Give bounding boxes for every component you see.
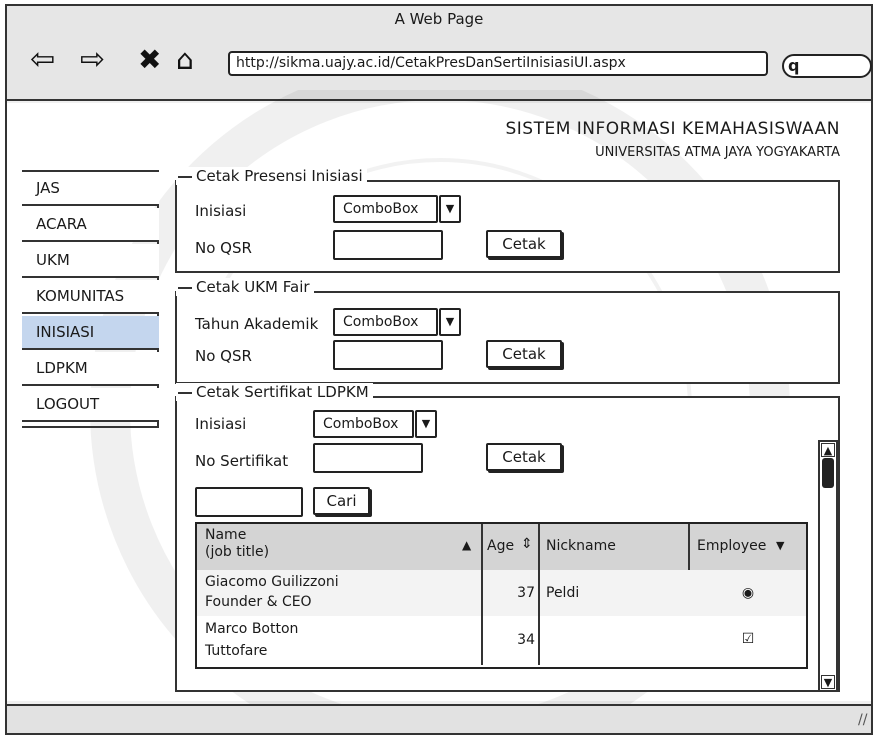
window-title: A Web Page bbox=[394, 10, 484, 28]
cell-job-title: Founder & CEO bbox=[205, 594, 312, 610]
column-label-employee: Employee bbox=[697, 538, 767, 554]
scrollbar-thumb[interactable] bbox=[822, 458, 834, 488]
cell-age: 37 bbox=[517, 585, 535, 601]
cell-name: Giacomo Guilizzoni bbox=[205, 574, 339, 590]
sertifikat-no-label: No Sertifikat bbox=[195, 452, 289, 470]
status-bar bbox=[7, 704, 871, 733]
sort-asc-icon[interactable]: ▲ bbox=[462, 538, 471, 552]
presensi-cetak-button[interactable]: Cetak bbox=[486, 230, 562, 258]
sertifikat-inisiasi-label: Inisiasi bbox=[195, 415, 247, 433]
sidebar-item-jas[interactable]: JAS bbox=[22, 172, 159, 206]
presensi-inisiasi-label: Inisiasi bbox=[195, 202, 247, 220]
sidebar-item-ldpkm[interactable]: LDPKM bbox=[22, 352, 159, 386]
ukm-group bbox=[175, 291, 840, 384]
column-divider bbox=[688, 524, 690, 570]
column-divider bbox=[538, 524, 540, 665]
search-icon[interactable]: q bbox=[788, 56, 799, 75]
address-bar[interactable]: http://sikma.uajy.ac.id/CetakPresDanSert… bbox=[228, 51, 768, 76]
sidebar-item-inisiasi[interactable]: INISIASI bbox=[22, 316, 159, 350]
sort-desc-icon[interactable]: ▼ bbox=[776, 539, 784, 552]
sidebar-item-acara[interactable]: ACARA bbox=[22, 208, 159, 242]
ukm-qsr-input[interactable] bbox=[333, 340, 443, 370]
column-divider bbox=[481, 524, 483, 665]
column-header-name[interactable]: Name (job title) ▲ bbox=[197, 524, 481, 570]
close-icon[interactable]: ✖ bbox=[138, 45, 161, 75]
sort-toggle-icon[interactable]: ⇕ bbox=[521, 536, 533, 552]
sidebar-item-ukm[interactable]: UKM bbox=[22, 244, 159, 278]
sertifikat-search-input[interactable] bbox=[195, 487, 303, 517]
sertifikat-no-input[interactable] bbox=[313, 443, 423, 473]
forward-arrow-icon[interactable]: ⇨ bbox=[80, 45, 105, 75]
cell-nickname: Peldi bbox=[546, 585, 580, 601]
system-title: SISTEM INFORMASI KEMAHASISWAAN bbox=[505, 119, 840, 139]
column-header-age[interactable]: Age ⇕ bbox=[483, 524, 538, 570]
sidebar-item-logout[interactable]: LOGOUT bbox=[22, 388, 159, 422]
presensi-inisiasi-combo[interactable]: ComboBox bbox=[333, 195, 438, 223]
home-icon[interactable]: ⌂ bbox=[176, 45, 194, 75]
column-label-age: Age bbox=[487, 538, 515, 554]
ukm-qsr-label: No QSR bbox=[195, 347, 252, 365]
presensi-group bbox=[175, 180, 840, 273]
back-arrow-icon[interactable]: ⇦ bbox=[30, 45, 55, 75]
cell-name: Marco Botton bbox=[205, 621, 299, 637]
chevron-down-icon[interactable]: ▼ bbox=[439, 195, 461, 223]
sertifikat-cetak-button[interactable]: Cetak bbox=[486, 443, 562, 471]
ukm-tahun-label: Tahun Akademik bbox=[195, 315, 319, 333]
employee-radio[interactable]: ◉ bbox=[690, 583, 806, 603]
presensi-qsr-input[interactable] bbox=[333, 230, 443, 260]
chevron-down-icon[interactable]: ▼ bbox=[439, 308, 461, 336]
university-subtitle: UNIVERSITAS ATMA JAYA YOGYAKARTA bbox=[595, 145, 840, 160]
sertifikat-legend: Cetak Sertifikat LDPKM bbox=[176, 383, 373, 401]
column-label-name: Name (job title) bbox=[205, 527, 270, 560]
chevron-down-icon[interactable]: ▼ bbox=[415, 410, 437, 438]
resize-grip-icon[interactable]: // bbox=[858, 712, 867, 728]
cell-job-title: Tuttofare bbox=[205, 643, 268, 659]
employee-checkbox[interactable]: ☑ bbox=[690, 629, 806, 649]
sidebar-item-komunitas[interactable]: KOMUNITAS bbox=[22, 280, 159, 314]
presensi-legend: Cetak Presensi Inisiasi bbox=[176, 167, 367, 185]
ukm-cetak-button[interactable]: Cetak bbox=[486, 340, 562, 368]
ukm-tahun-combo[interactable]: ComboBox bbox=[333, 308, 438, 336]
sertifikat-inisiasi-combo[interactable]: ComboBox bbox=[313, 410, 414, 438]
cell-age: 34 bbox=[517, 632, 535, 648]
column-header-employee[interactable]: Employee ▼ bbox=[690, 524, 806, 570]
ukm-legend: Cetak UKM Fair bbox=[176, 278, 314, 296]
presensi-qsr-label: No QSR bbox=[195, 239, 252, 257]
column-header-nickname[interactable]: Nickname bbox=[540, 524, 688, 570]
scroll-up-icon[interactable]: ▲ bbox=[821, 443, 835, 457]
cari-button[interactable]: Cari bbox=[313, 487, 370, 515]
scroll-down-icon[interactable]: ▼ bbox=[821, 675, 835, 689]
column-label-nickname: Nickname bbox=[546, 538, 616, 554]
